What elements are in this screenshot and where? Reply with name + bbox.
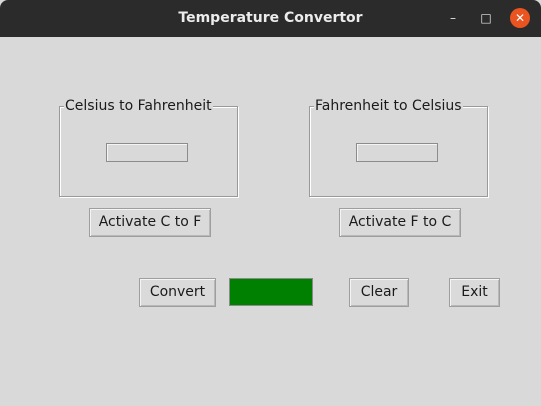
activate-f-to-c-button[interactable]: Activate F to C	[339, 208, 461, 237]
activate-c-to-f-button[interactable]: Activate C to F	[89, 208, 211, 237]
result-display	[229, 278, 313, 306]
window-left-edge	[0, 37, 10, 406]
fahrenheit-to-celsius-label: Fahrenheit to Celsius	[314, 98, 463, 115]
fahrenheit-input[interactable]	[356, 143, 438, 162]
convert-button[interactable]: Convert	[139, 278, 216, 307]
exit-button[interactable]: Exit	[449, 278, 500, 307]
temperature-convertor-window: Temperature Convertor – □ ✕ Celsius to F…	[0, 0, 541, 406]
title-bar[interactable]: Temperature Convertor – □ ✕	[0, 0, 541, 37]
minimize-icon[interactable]: –	[443, 8, 463, 28]
celsius-input[interactable]	[106, 143, 188, 162]
clear-button[interactable]: Clear	[349, 278, 409, 307]
close-icon[interactable]: ✕	[510, 8, 530, 28]
maximize-icon[interactable]: □	[476, 8, 496, 28]
celsius-to-fahrenheit-label: Celsius to Fahrenheit	[64, 98, 213, 115]
